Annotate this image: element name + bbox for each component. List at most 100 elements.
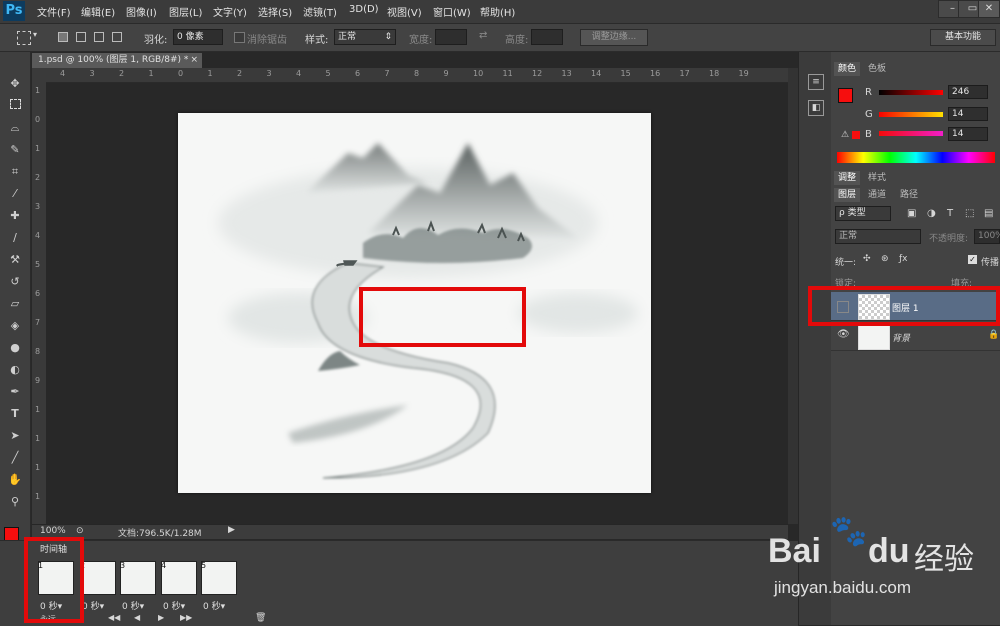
- filter-adjustment-icon[interactable]: ◑: [927, 208, 936, 219]
- properties-panel-icon[interactable]: ◧: [808, 100, 824, 116]
- color-spectrum-bar[interactable]: [837, 152, 995, 163]
- tab-styles[interactable]: 样式: [864, 171, 890, 185]
- g-value[interactable]: 14: [948, 107, 988, 121]
- gamut-color-chip[interactable]: [852, 131, 860, 139]
- move-tool-icon[interactable]: ✥: [6, 76, 24, 92]
- timeline-frame-3[interactable]: 3 0 秒▾: [118, 559, 158, 613]
- hand-tool-icon[interactable]: ✋: [6, 472, 24, 488]
- feather-input[interactable]: 0 像素: [173, 29, 223, 45]
- tab-color[interactable]: 颜色: [834, 62, 861, 76]
- b-value[interactable]: 14: [948, 127, 988, 141]
- frame-delay[interactable]: 0 秒▾: [203, 599, 225, 612]
- b-slider[interactable]: [879, 131, 943, 136]
- tab-channels[interactable]: 通道: [864, 188, 890, 202]
- frame-delay[interactable]: 0 秒▾: [122, 599, 144, 612]
- type-tool-icon[interactable]: T: [6, 406, 24, 422]
- r-value[interactable]: 246: [948, 85, 988, 99]
- tab-paths[interactable]: 路径: [896, 188, 922, 202]
- swap-icon[interactable]: ⇄: [479, 30, 487, 41]
- delete-frame-icon[interactable]: 🗑: [255, 613, 266, 623]
- tab-adjustments[interactable]: 调整: [834, 171, 861, 185]
- document-tab[interactable]: 1.psd @ 100% (图层 1, RGB/8#) * ×: [32, 53, 202, 68]
- zoom-tool-icon[interactable]: ⚲: [6, 494, 24, 510]
- workspace-select[interactable]: 基本功能: [930, 29, 996, 46]
- color-foreground-swatch[interactable]: [838, 88, 853, 103]
- next-frame-button[interactable]: ▶▶: [180, 613, 192, 622]
- history-panel-icon[interactable]: ≡: [808, 74, 824, 90]
- new-selection-icon[interactable]: [58, 32, 68, 42]
- r-slider[interactable]: [879, 90, 943, 95]
- frame-delay[interactable]: 0 秒▾: [82, 599, 104, 612]
- play-button[interactable]: ▶: [158, 613, 164, 622]
- timeline-frame-4[interactable]: 4 0 秒▾: [159, 559, 199, 613]
- clone-stamp-tool-icon[interactable]: ⚒: [6, 252, 24, 268]
- status-menu-arrow-icon[interactable]: ▶: [228, 525, 235, 535]
- blend-mode-select[interactable]: 正常: [835, 229, 921, 244]
- eraser-tool-icon[interactable]: ▱: [6, 296, 24, 312]
- menu-edit[interactable]: 编辑(E): [81, 4, 115, 19]
- ruler-origin[interactable]: [32, 68, 46, 82]
- eye-icon[interactable]: 👁: [837, 329, 850, 340]
- paint-bucket-tool-icon[interactable]: ◈: [6, 318, 24, 334]
- healing-brush-tool-icon[interactable]: ✚: [6, 208, 24, 224]
- timeline-frame-5[interactable]: 5 0 秒▾: [199, 559, 239, 613]
- filter-pixel-icon[interactable]: ▣: [907, 208, 916, 219]
- vertical-scrollbar[interactable]: [788, 68, 798, 524]
- width-input[interactable]: [435, 29, 467, 45]
- menu-3d[interactable]: 3D(D): [349, 4, 379, 15]
- menu-window[interactable]: 窗口(W): [433, 4, 471, 19]
- pen-tool-icon[interactable]: ✒: [6, 384, 24, 400]
- zoom-level[interactable]: 100%: [40, 526, 66, 536]
- g-slider[interactable]: [879, 112, 943, 117]
- opacity-input[interactable]: 100%: [974, 229, 1000, 244]
- refine-edge-button[interactable]: 调整边缘...: [580, 29, 648, 46]
- menu-filter[interactable]: 滤镜(T): [303, 4, 337, 19]
- menu-view[interactable]: 视图(V): [387, 4, 422, 19]
- propagate-checkbox[interactable]: ✓: [968, 255, 977, 264]
- menu-select[interactable]: 选择(S): [258, 4, 292, 19]
- style-select[interactable]: 正常 ⇕: [334, 29, 396, 45]
- filter-shape-icon[interactable]: ⬚: [965, 208, 974, 219]
- eyedropper-tool-icon[interactable]: ⁄: [6, 186, 24, 202]
- blur-tool-icon[interactable]: ●: [6, 340, 24, 356]
- layer-name[interactable]: 背景: [892, 331, 910, 344]
- tab-layers[interactable]: 图层: [834, 188, 861, 202]
- menu-image[interactable]: 图像(I): [126, 4, 157, 19]
- rect-marquee-tool-icon[interactable]: [6, 98, 24, 114]
- line-tool-icon[interactable]: ╱: [6, 450, 24, 466]
- close-tab-icon[interactable]: ×: [190, 53, 198, 68]
- first-frame-button[interactable]: ◀◀: [108, 613, 120, 622]
- filter-type-icon[interactable]: T: [947, 208, 953, 219]
- menu-layer[interactable]: 图层(L): [169, 4, 202, 19]
- unify-visibility-icon[interactable]: ⊛: [881, 254, 889, 264]
- frame-delay[interactable]: 0 秒▾: [163, 599, 185, 612]
- status-toggle-icon[interactable]: ⊙: [76, 526, 84, 536]
- quick-select-tool-icon[interactable]: ✎: [6, 142, 24, 158]
- filter-smart-icon[interactable]: ▤: [984, 208, 993, 219]
- close-button[interactable]: ✕: [978, 0, 1000, 18]
- layer-row-2[interactable]: 👁 背景 🔒: [831, 322, 1000, 351]
- tool-preset-arrow-icon[interactable]: ▾: [33, 30, 37, 39]
- height-input[interactable]: [531, 29, 563, 45]
- unify-position-icon[interactable]: ✣: [863, 254, 871, 264]
- subtract-selection-icon[interactable]: [94, 32, 104, 42]
- document-tab-title: 1.psd @ 100% (图层 1, RGB/8#) *: [38, 55, 189, 65]
- timeline-frame-2[interactable]: 2 0 秒▾: [78, 559, 118, 613]
- layer-filter-select[interactable]: ρ 类型: [835, 206, 891, 221]
- prev-frame-button[interactable]: ◀: [134, 613, 140, 622]
- lasso-tool-icon[interactable]: ⌓: [6, 120, 24, 136]
- path-select-tool-icon[interactable]: ➤: [6, 428, 24, 444]
- menu-help[interactable]: 帮助(H): [480, 4, 515, 19]
- dodge-tool-icon[interactable]: ◐: [6, 362, 24, 378]
- brush-tool-icon[interactable]: ∕: [6, 230, 24, 246]
- intersect-selection-icon[interactable]: [112, 32, 122, 42]
- history-brush-tool-icon[interactable]: ↺: [6, 274, 24, 290]
- menu-file[interactable]: 文件(F): [37, 4, 71, 19]
- menu-type[interactable]: 文字(Y): [213, 4, 247, 19]
- antialias-checkbox[interactable]: [234, 32, 245, 43]
- tab-swatches[interactable]: 色板: [864, 62, 890, 76]
- unify-style-icon[interactable]: ƒx: [899, 254, 908, 264]
- add-selection-icon[interactable]: [76, 32, 86, 42]
- crop-tool-icon[interactable]: ⌗: [6, 164, 24, 180]
- marquee-tool-icon[interactable]: [17, 31, 31, 45]
